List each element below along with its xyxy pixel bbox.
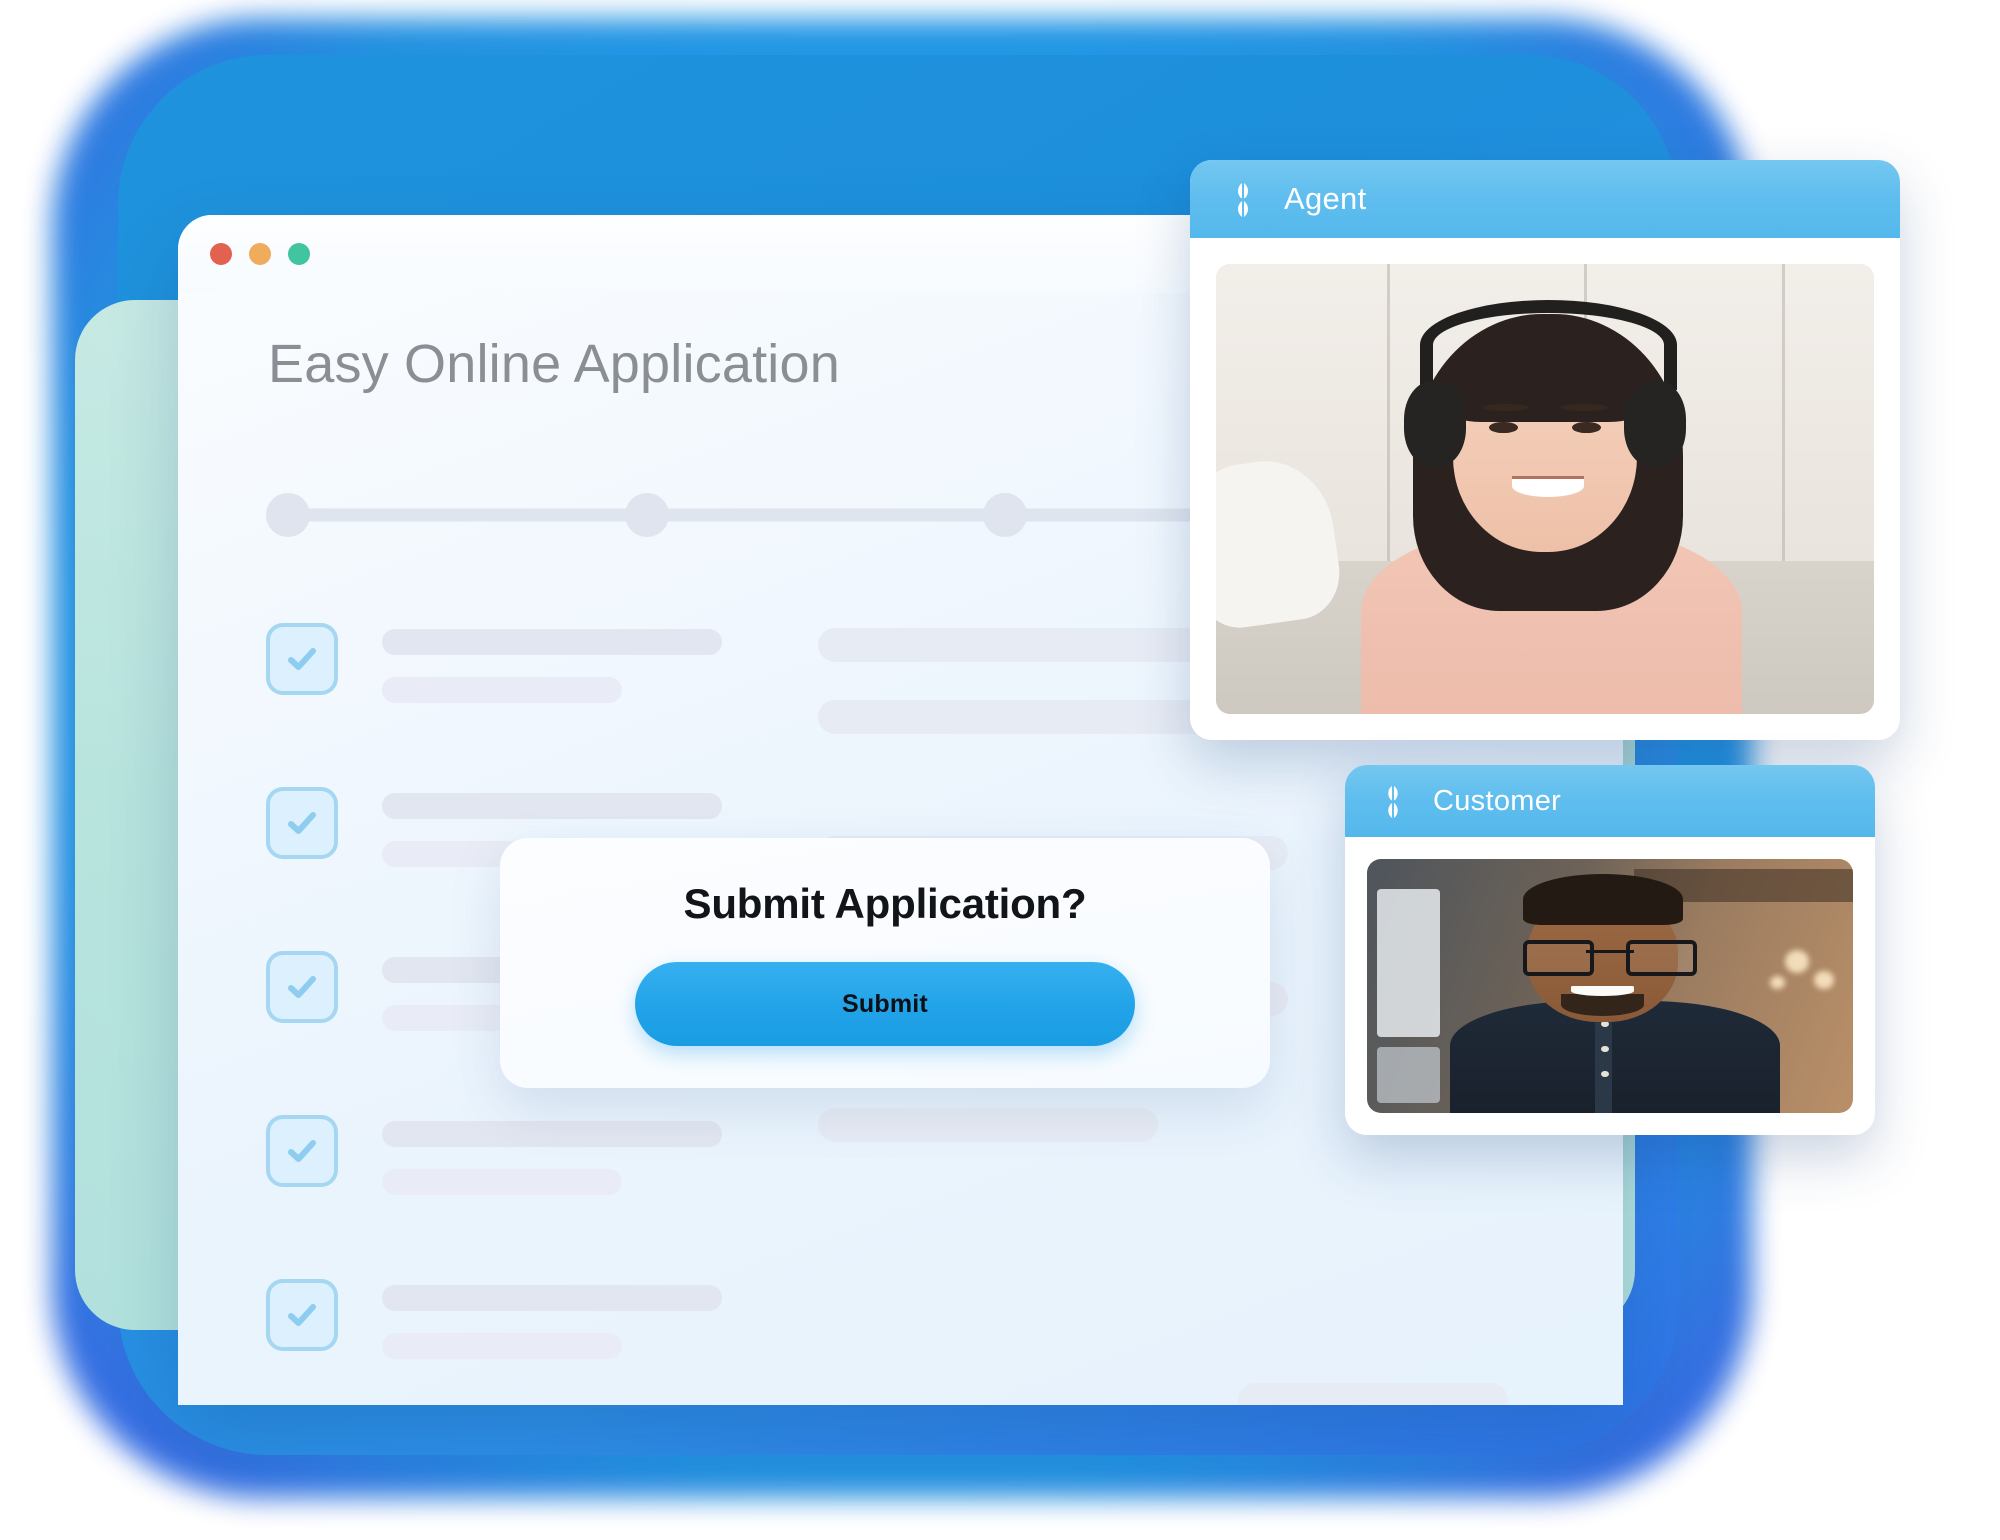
placeholder-line (382, 1333, 622, 1359)
placeholder-line (382, 1285, 722, 1311)
dialog-title: Submit Application? (683, 880, 1087, 927)
placeholder-line (382, 1121, 722, 1147)
check-icon (288, 648, 316, 670)
stepper-node-3[interactable] (983, 493, 1028, 537)
check-icon (288, 1140, 316, 1162)
list-item-text-placeholder (382, 623, 786, 725)
customer-photo-scene (1367, 859, 1853, 1113)
close-traffic-light-icon[interactable] (210, 243, 232, 265)
submit-button[interactable]: Submit (635, 962, 1135, 1046)
checkbox-checked[interactable] (266, 1115, 338, 1187)
placeholder-line (382, 793, 722, 819)
agent-photo-scene (1216, 264, 1874, 714)
list-item[interactable] (266, 1279, 786, 1381)
split-circle-icon (1381, 784, 1405, 819)
customer-video-panel: Customer (1345, 765, 1875, 1135)
agent-panel-title: Agent (1284, 181, 1367, 216)
customer-photo (1367, 859, 1853, 1113)
agent-panel-body (1190, 238, 1900, 740)
list-item[interactable] (266, 623, 786, 725)
checkbox-checked[interactable] (266, 1279, 338, 1351)
check-icon (288, 812, 316, 834)
check-icon (288, 976, 316, 998)
placeholder-line (382, 629, 722, 655)
placeholder-bar (1238, 1383, 1508, 1405)
split-circle-icon (1231, 182, 1255, 218)
customer-panel-body (1345, 837, 1875, 1135)
placeholder-bar (818, 628, 1238, 662)
placeholder-line (382, 677, 622, 703)
list-item[interactable] (266, 1115, 786, 1217)
submit-application-dialog: Submit Application? Submit (500, 838, 1270, 1088)
customer-panel-header: Customer (1345, 765, 1875, 837)
checkbox-checked[interactable] (266, 623, 338, 695)
list-item-text-placeholder (382, 1279, 786, 1381)
footer-placeholders (1238, 1383, 1623, 1405)
placeholder-bar (818, 1108, 1158, 1142)
check-icon (288, 1304, 316, 1326)
agent-video-panel: Agent (1190, 160, 1900, 740)
checkbox-checked[interactable] (266, 951, 338, 1023)
minimize-traffic-light-icon[interactable] (249, 243, 271, 265)
checkbox-checked[interactable] (266, 787, 338, 859)
list-item-text-placeholder (382, 1115, 786, 1217)
maximize-traffic-light-icon[interactable] (288, 243, 310, 265)
agent-panel-header: Agent (1190, 160, 1900, 238)
agent-photo (1216, 264, 1874, 714)
illustration-stage: Easy Online Application Submit Applicati… (0, 0, 2000, 1540)
customer-panel-title: Customer (1433, 784, 1562, 817)
stepper-node-1[interactable] (266, 493, 310, 537)
stepper-node-2[interactable] (624, 493, 669, 537)
placeholder-line (382, 1169, 622, 1195)
